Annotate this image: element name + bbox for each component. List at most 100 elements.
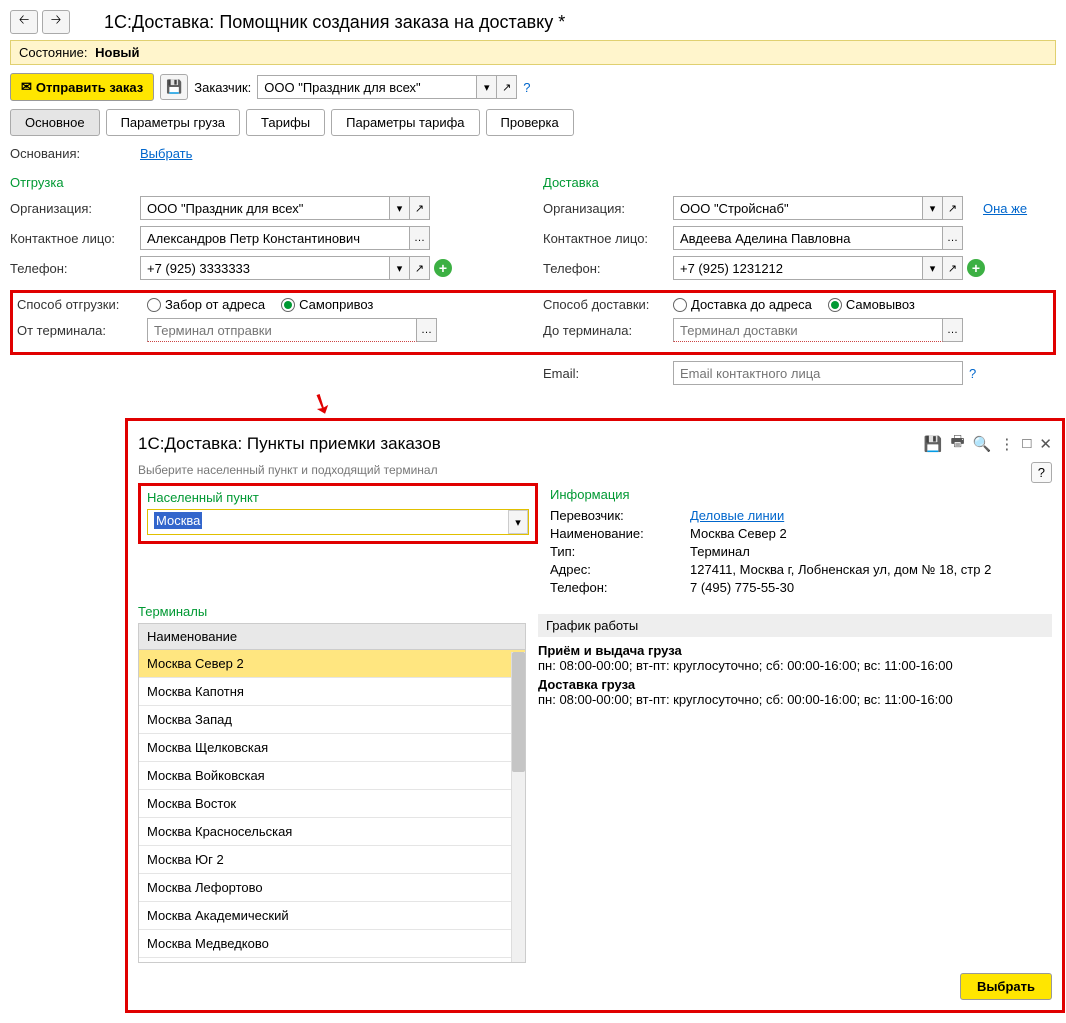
dialog-title: 1С:Доставка: Пункты приемки заказов [138, 434, 441, 454]
phone-value: 7 (495) 775-55-30 [690, 580, 794, 595]
status-value: Новый [95, 45, 139, 60]
add-phone-button[interactable]: + [434, 259, 452, 277]
terminal-row[interactable]: Москва Академический [139, 902, 525, 930]
email-label: Email: [543, 366, 673, 381]
table-header: Наименование [139, 624, 525, 650]
customer-label: Заказчик: [194, 80, 251, 95]
close-icon[interactable]: ✕ [1039, 435, 1052, 453]
radio-pickup-address[interactable]: Забор от адреса [147, 297, 265, 312]
print-icon[interactable]: 🖶 [951, 431, 965, 456]
deliv-sched-text: пн: 08:00-00:00; вт-пт: круглосуточно; с… [538, 692, 1052, 707]
city-label: Населенный пункт [147, 490, 529, 505]
type-label: Тип: [550, 544, 690, 559]
help-icon[interactable]: ? [523, 80, 530, 95]
name-label: Наименование: [550, 526, 690, 541]
terminal-row[interactable]: Москва Лефортово [139, 874, 525, 902]
terminal-row[interactable]: Москва Медведково [139, 930, 525, 958]
status-bar: Состояние: Новый [10, 40, 1056, 65]
open-button[interactable]: ↗ [410, 256, 430, 280]
dropdown-button[interactable]: ▾ [477, 75, 497, 99]
email-help-icon[interactable]: ? [969, 366, 976, 381]
tab-check[interactable]: Проверка [486, 109, 574, 136]
ship-phone-label: Телефон: [10, 261, 140, 276]
deliv-contact-label: Контактное лицо: [543, 231, 673, 246]
forward-button[interactable]: 🡢 [42, 10, 70, 34]
recv-title: Приём и выдача груза [538, 643, 1052, 658]
deliv-org-input[interactable] [673, 196, 923, 220]
type-value: Терминал [690, 544, 750, 559]
email-input[interactable] [673, 361, 963, 385]
dropdown-button[interactable]: ▾ [390, 196, 410, 220]
more-button[interactable]: … [417, 318, 437, 342]
tab-tariffs[interactable]: Тарифы [246, 109, 325, 136]
open-button[interactable]: ↗ [497, 75, 517, 99]
open-button[interactable]: ↗ [410, 196, 430, 220]
terminal-row[interactable]: Москва Восток [139, 790, 525, 818]
ship-title: Отгрузка [10, 175, 523, 190]
tab-main[interactable]: Основное [10, 109, 100, 136]
ship-method-label: Способ отгрузки: [17, 297, 147, 312]
info-label: Информация [550, 487, 1052, 502]
radio-deliver-address[interactable]: Доставка до адреса [673, 297, 812, 312]
name-value: Москва Север 2 [690, 526, 787, 541]
terminal-row[interactable]: Москва Запад [139, 706, 525, 734]
terminal-row[interactable]: Москва Капотня [139, 678, 525, 706]
maximize-icon[interactable]: □ [1022, 435, 1031, 452]
recv-text: пн: 08:00-00:00; вт-пт: круглосуточно; с… [538, 658, 1052, 673]
status-label: Состояние: [19, 45, 87, 60]
terminal-row[interactable]: Москва Войковская [139, 762, 525, 790]
menu-icon[interactable]: ⋮ [999, 435, 1014, 453]
radio-self-delivery[interactable]: Самопривоз [281, 297, 373, 312]
more-button[interactable]: … [410, 226, 430, 250]
terminals-table: Наименование Москва Север 2Москва Капотн… [138, 623, 526, 963]
select-button[interactable]: Выбрать [960, 973, 1052, 1000]
deliv-sched-title: Доставка груза [538, 677, 1052, 692]
customer-input[interactable] [257, 75, 477, 99]
save-button[interactable]: 💾 [160, 74, 188, 100]
ship-org-input[interactable] [140, 196, 390, 220]
open-button[interactable]: ↗ [943, 196, 963, 220]
open-button[interactable]: ↗ [943, 256, 963, 280]
same-link[interactable]: Она же [983, 201, 1027, 216]
city-dropdown-button[interactable]: ▾ [508, 510, 528, 534]
save-icon[interactable]: 💾 [924, 435, 943, 453]
ship-org-label: Организация: [10, 201, 140, 216]
dropdown-button[interactable]: ▾ [923, 256, 943, 280]
terminal-row[interactable]: Москва Север 2 [139, 650, 525, 678]
terminal-row[interactable]: Москва Красносельская [139, 818, 525, 846]
base-label: Основания: [10, 146, 140, 161]
search-icon[interactable]: 🔍 [973, 435, 992, 453]
terminal-row[interactable]: Москва Щелковская [139, 734, 525, 762]
tab-tariff-params[interactable]: Параметры тарифа [331, 109, 479, 136]
deliv-contact-input[interactable] [673, 226, 943, 250]
dialog-hint: Выберите населенный пункт и подходящий т… [138, 463, 438, 477]
deliv-terminal-input[interactable] [673, 318, 943, 342]
ship-phone-input[interactable] [140, 256, 390, 280]
dialog-help-button[interactable]: ? [1031, 462, 1052, 483]
more-button[interactable]: … [943, 226, 963, 250]
terminal-row[interactable]: Москва Юг 2 [139, 846, 525, 874]
send-order-button[interactable]: ✉ Отправить заказ [10, 73, 154, 101]
tab-cargo[interactable]: Параметры груза [106, 109, 240, 136]
more-button[interactable]: … [943, 318, 963, 342]
city-input[interactable]: Москва [148, 510, 508, 532]
carrier-label: Перевозчик: [550, 508, 690, 523]
deliv-method-label: Способ доставки: [543, 297, 673, 312]
deliv-phone-input[interactable] [673, 256, 923, 280]
addr-label: Адрес: [550, 562, 690, 577]
dropdown-button[interactable]: ▾ [390, 256, 410, 280]
ship-contact-input[interactable] [140, 226, 410, 250]
add-phone-button[interactable]: + [967, 259, 985, 277]
ship-term-label: От терминала: [17, 323, 147, 338]
page-title: 1С:Доставка: Помощник создания заказа на… [104, 12, 565, 33]
base-select-link[interactable]: Выбрать [140, 146, 192, 161]
scrollbar[interactable] [511, 652, 525, 962]
radio-self-pickup[interactable]: Самовывоз [828, 297, 915, 312]
ship-terminal-input[interactable] [147, 318, 417, 342]
deliv-phone-label: Телефон: [543, 261, 673, 276]
back-button[interactable]: 🡠 [10, 10, 38, 34]
carrier-link[interactable]: Деловые линии [690, 508, 784, 523]
ship-contact-label: Контактное лицо: [10, 231, 140, 246]
schedule-label: График работы [538, 614, 1052, 637]
dropdown-button[interactable]: ▾ [923, 196, 943, 220]
